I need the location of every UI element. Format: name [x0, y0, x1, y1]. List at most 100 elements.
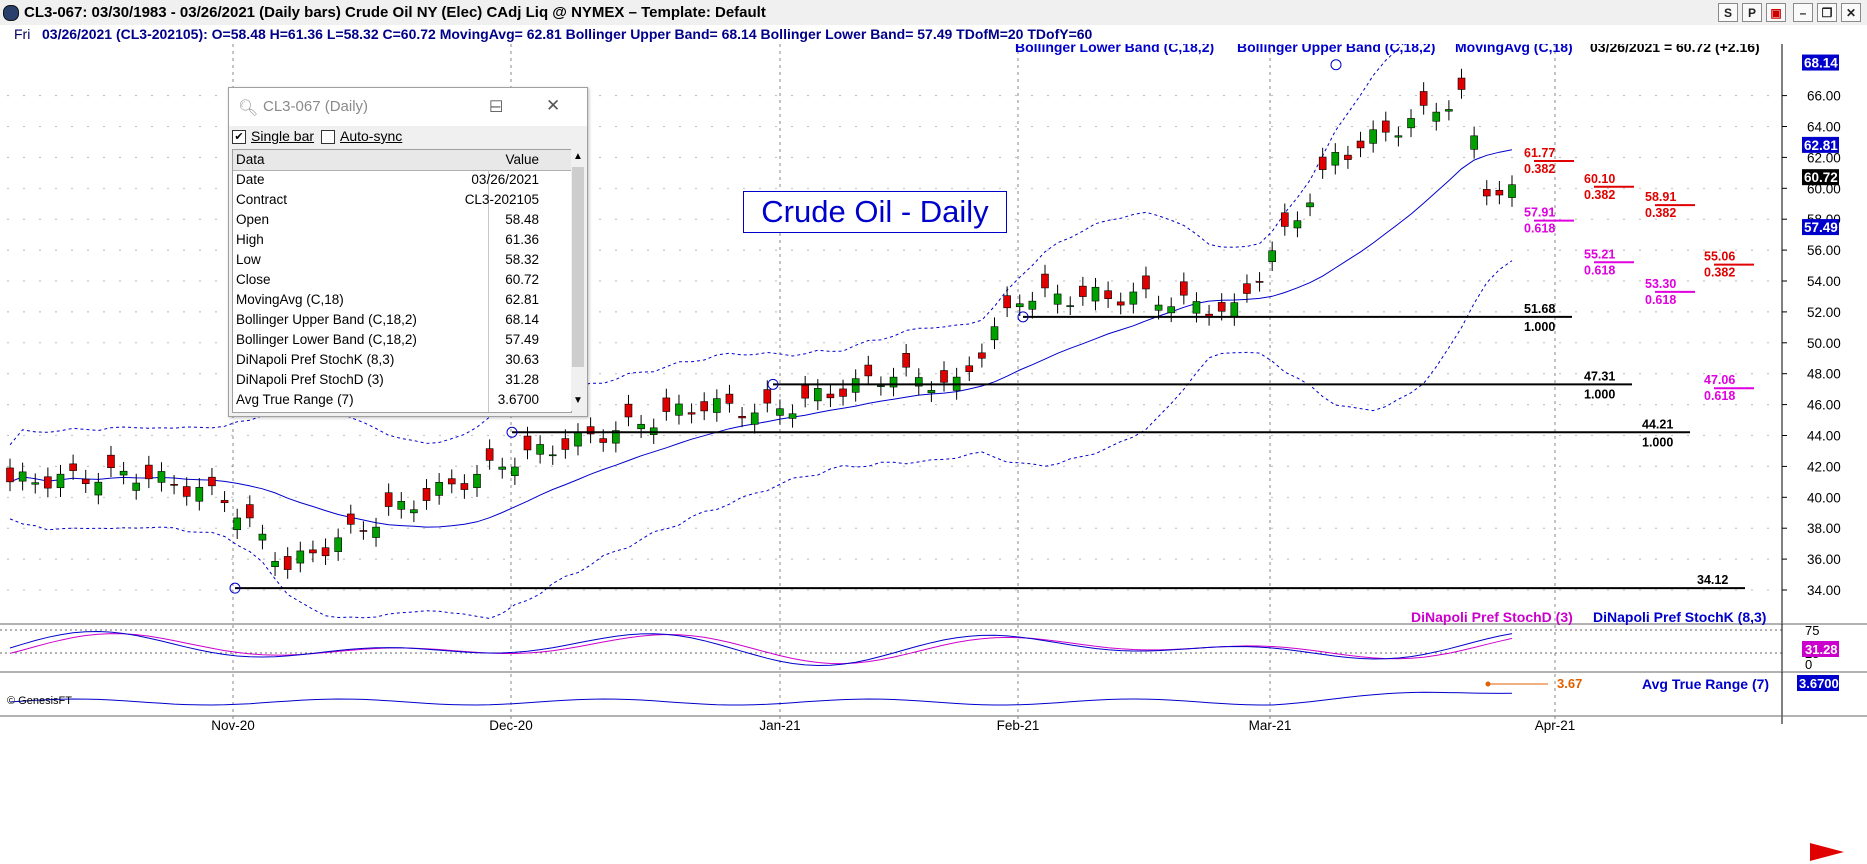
- close-button[interactable]: ✕: [1841, 3, 1861, 22]
- grid-dot: [583, 465, 585, 467]
- grid-dot: [583, 496, 585, 498]
- grid-dot: [1479, 95, 1481, 97]
- grid-dot: [1063, 125, 1065, 128]
- grid-dot: [1223, 558, 1225, 560]
- grid-dot: [903, 496, 905, 498]
- grid-dot: [855, 311, 857, 313]
- grid-dot: [1735, 187, 1737, 189]
- scroll-down-icon[interactable]: ▼: [573, 395, 583, 406]
- header-data[interactable]: Data: [236, 152, 265, 167]
- restore-button[interactable]: ❐: [1817, 3, 1837, 22]
- candle-body: [511, 466, 519, 477]
- grid-dot: [855, 249, 857, 251]
- grid-dot: [1175, 280, 1177, 282]
- table-row: High 61.36: [233, 230, 571, 250]
- grid-dot: [1655, 558, 1657, 560]
- grid-dot: [855, 404, 857, 406]
- grid-dot: [1591, 218, 1593, 220]
- grid-dot: [1767, 373, 1769, 375]
- grid-dot: [695, 156, 697, 158]
- chart-title[interactable]: Crude Oil - Daily: [743, 191, 1007, 233]
- grid-dot: [1047, 527, 1049, 529]
- grid-dot: [1735, 434, 1737, 437]
- grid-dot: [823, 342, 825, 344]
- grid-dot: [1415, 527, 1417, 529]
- grid-dot: [327, 434, 329, 437]
- grid-dot: [1719, 156, 1721, 158]
- grid-dot: [1543, 373, 1545, 375]
- data-window-titlebar[interactable]: 🔍︎ CL3-067 (Daily) – ☐ ✕: [229, 88, 587, 126]
- grid-dot: [311, 527, 313, 529]
- auto-sync-label[interactable]: Auto-sync: [340, 128, 402, 144]
- grid-dot: [775, 249, 777, 251]
- scroll-up-icon[interactable]: ▲: [573, 151, 583, 162]
- single-bar-checkbox[interactable]: ✔: [232, 130, 246, 144]
- grid-dot: [1655, 249, 1657, 251]
- layout-button[interactable]: ▣: [1766, 3, 1786, 22]
- grid-dot: [151, 558, 153, 560]
- single-bar-label[interactable]: Single bar: [251, 128, 314, 144]
- grid-dot: [887, 187, 889, 189]
- dw-max-icon[interactable]: ☐: [489, 97, 503, 117]
- grid-dot: [1127, 589, 1129, 591]
- p-button[interactable]: P: [1742, 3, 1762, 22]
- pivot-marker: [1330, 59, 1342, 71]
- grid-dot: [535, 527, 537, 529]
- dw-close-icon[interactable]: ✕: [546, 96, 560, 116]
- grid-dot: [1303, 95, 1305, 97]
- grid-dot: [1319, 558, 1321, 560]
- grid-dot: [1463, 404, 1465, 406]
- grid-dot: [999, 187, 1001, 189]
- grid-dot: [1015, 218, 1017, 220]
- grid-dot: [1111, 496, 1113, 498]
- grid-dot: [1751, 280, 1753, 282]
- grid-dot: [1751, 342, 1753, 344]
- grid-dot: [1383, 373, 1385, 375]
- grid-dot: [215, 589, 217, 591]
- grid-dot: [1495, 249, 1497, 251]
- scroll-thumb[interactable]: [572, 167, 584, 367]
- grid-dot: [1111, 280, 1113, 282]
- candle-body: [1470, 135, 1478, 150]
- grid-dot: [1703, 404, 1705, 406]
- grid-dot: [871, 342, 873, 344]
- minimize-button[interactable]: –: [1793, 3, 1813, 22]
- grid-dot: [55, 404, 57, 406]
- grid-dot: [807, 156, 809, 158]
- candle-body: [1268, 250, 1276, 263]
- grid-dot: [839, 589, 841, 591]
- grid-dot: [1447, 95, 1449, 97]
- legend-atr: Avg True Range (7): [1642, 676, 1769, 692]
- grid-dot: [1351, 373, 1353, 375]
- grid-dot: [791, 156, 793, 158]
- grid-dot: [1767, 218, 1769, 220]
- grid-dot: [1479, 434, 1481, 437]
- grid-dot: [1591, 465, 1593, 467]
- data-window-scrollbar[interactable]: ▲ ▼: [571, 149, 585, 411]
- grid-dot: [151, 434, 153, 437]
- grid-dot: [87, 434, 89, 437]
- grid-dot: [1463, 156, 1465, 158]
- grid-dot: [1655, 95, 1657, 97]
- grid-dot: [743, 311, 745, 313]
- grid-dot: [839, 187, 841, 189]
- grid-dot: [935, 434, 937, 437]
- grid-dot: [23, 342, 25, 344]
- data-window[interactable]: 🔍︎ CL3-067 (Daily) – ☐ ✕ ✔ Single bar Au…: [228, 87, 588, 417]
- grid-dot: [1319, 404, 1321, 406]
- auto-sync-checkbox[interactable]: [321, 130, 335, 144]
- grid-dot: [759, 95, 761, 97]
- grid-dot: [1383, 311, 1385, 313]
- grid-dot: [1047, 558, 1049, 560]
- grid-dot: [71, 434, 73, 437]
- grid-dot: [887, 249, 889, 251]
- scroll-right-arrow[interactable]: [1810, 843, 1844, 861]
- header-value[interactable]: Value: [505, 152, 539, 167]
- grid-dot: [1703, 311, 1705, 313]
- s-button[interactable]: S: [1718, 3, 1738, 22]
- grid-dot: [871, 527, 873, 529]
- grid-dot: [695, 280, 697, 282]
- grid-dot: [1095, 404, 1097, 406]
- grid-dot: [1639, 342, 1641, 344]
- table-row: Bollinger Lower Band (C,18,2) 57.49: [233, 330, 571, 350]
